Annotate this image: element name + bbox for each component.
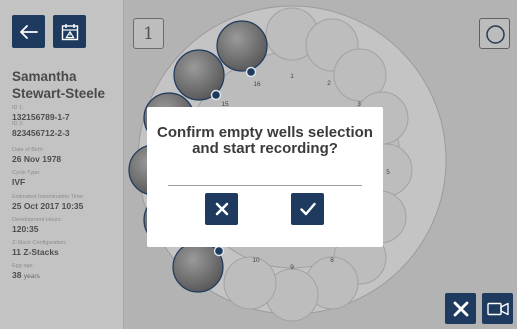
well-label: 1 (290, 73, 294, 80)
dialog-title: Confirm empty wells selection and start … (157, 124, 373, 157)
well-15-marker (210, 89, 222, 101)
id2-field: ID 2: 823456712-2-3 (12, 121, 122, 138)
well-label: 9 (290, 264, 294, 271)
circle-view-icon (486, 25, 505, 44)
dialog-cancel-button[interactable] (205, 193, 238, 225)
cycle-label: Cycle Type: (12, 170, 41, 176)
well-label: 2 (327, 80, 331, 87)
egg-age-field: Egg age: 38 years (12, 263, 122, 282)
id1-field: ID 1: 132156789-1-7 (12, 105, 122, 122)
insemination-field: Estimated Insemination Time: 25 Oct 2017… (12, 194, 122, 211)
id2-label: ID 2: (12, 121, 24, 127)
dev-hours-value: 120:35 (12, 224, 39, 234)
insemination-value: 25 Oct 2017 10:35 (12, 201, 84, 211)
zstack-label: Z-Stack Configuration: (12, 240, 67, 246)
dialog-confirm-button[interactable] (291, 193, 324, 225)
cancel-recording-button[interactable] (445, 293, 476, 324)
egg-age-label: Egg age: (12, 263, 35, 269)
close-icon (215, 202, 228, 216)
egg-age-value: 38 years (12, 270, 122, 282)
well-label: 8 (330, 257, 334, 264)
egg-age-number: 38 (12, 270, 22, 280)
slot-number-box[interactable]: 1 (133, 18, 164, 49)
id2-value: 823456712-2-3 (12, 128, 70, 138)
egg-age-unit: years (23, 273, 40, 280)
dev-hours-label: Development Hours: (12, 217, 63, 223)
checkmark-icon (299, 202, 316, 216)
cycle-value: IVF (12, 177, 26, 187)
well-10[interactable] (223, 256, 277, 310)
patient-first-name: Samantha (12, 69, 77, 84)
dev-hours-field: Development Hours: 120:35 (12, 217, 122, 234)
back-arrow-icon (19, 24, 38, 39)
well-16[interactable] (216, 20, 268, 72)
id1-label: ID 1: (12, 105, 24, 111)
calendar-icon (61, 23, 78, 40)
circle-view-button[interactable] (479, 18, 510, 49)
dob-value: 26 Nov 1978 (12, 154, 62, 164)
well-16-marker (245, 66, 257, 78)
back-button[interactable] (12, 15, 45, 48)
close-icon (453, 301, 468, 316)
confirm-dialog: Confirm empty wells selection and start … (147, 107, 383, 247)
video-camera-button[interactable] (482, 293, 513, 324)
dob-label: Date of Birth: (12, 147, 45, 153)
insemination-label: Estimated Insemination Time: (12, 194, 85, 200)
dob-field: Date of Birth: 26 Nov 1978 (12, 147, 122, 164)
well-11-marker (213, 245, 225, 257)
well-label: 5 (386, 169, 390, 176)
well-label: 10 (252, 257, 260, 264)
zstack-value: 11 Z-Stacks (12, 247, 59, 257)
cycle-field: Cycle Type: IVF (12, 170, 122, 187)
patient-panel: Samantha Stewart-Steele ID 1: 132156789-… (0, 0, 124, 329)
calendar-button[interactable] (53, 15, 86, 48)
well-label: 16 (253, 81, 261, 88)
zstack-field: Z-Stack Configuration: 11 Z-Stacks (12, 240, 122, 257)
patient-name: Samantha Stewart-Steele (12, 68, 122, 102)
video-camera-icon (486, 302, 509, 315)
dialog-divider (168, 185, 362, 186)
patient-last-name: Stewart-Steele (12, 86, 106, 101)
